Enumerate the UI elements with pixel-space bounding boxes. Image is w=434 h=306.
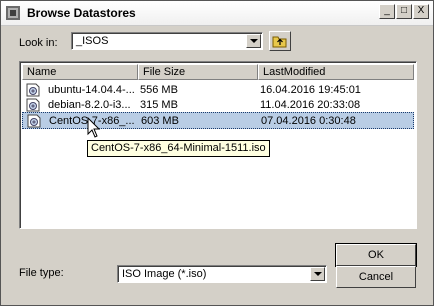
file-modified: 16.04.2016 19:45:01 xyxy=(260,84,361,96)
filename-tooltip: CentOS-7-x86_64-Minimal-1511.iso xyxy=(87,140,270,157)
title-bar[interactable]: Browse Datastores _ □ X xyxy=(1,1,433,26)
file-type-value: ISO Image (*.iso) xyxy=(122,268,207,280)
column-header-file-size[interactable]: File Size xyxy=(138,64,258,80)
chevron-down-icon[interactable] xyxy=(310,267,325,281)
file-modified: 11.04.2016 20:33:08 xyxy=(260,99,361,111)
file-size: 315 MB xyxy=(140,99,178,111)
maximize-icon: □ xyxy=(400,5,408,16)
file-size: 556 MB xyxy=(140,84,178,96)
file-type-dropdown[interactable]: ISO Image (*.iso) xyxy=(117,265,327,283)
ok-button[interactable]: OK xyxy=(335,243,417,267)
column-header-last-modified[interactable]: LastModified xyxy=(258,64,414,80)
maximize-button[interactable]: □ xyxy=(396,4,412,19)
mouse-cursor-icon xyxy=(87,117,101,138)
close-icon: X xyxy=(417,5,425,16)
app-icon xyxy=(6,6,20,20)
up-folder-button[interactable] xyxy=(269,31,291,51)
look-in-dropdown[interactable]: _ISOS xyxy=(71,32,263,50)
file-modified: 07.04.2016 0:30:48 xyxy=(261,115,356,127)
cancel-button[interactable]: Cancel xyxy=(336,266,416,288)
disc-image-icon xyxy=(27,114,41,128)
file-size: 603 MB xyxy=(141,115,179,127)
chevron-down-icon[interactable] xyxy=(246,34,261,48)
folder-up-icon xyxy=(272,36,287,48)
disc-image-icon xyxy=(26,98,40,112)
look-in-value: _ISOS xyxy=(76,35,109,47)
column-header-name[interactable]: Name xyxy=(22,64,138,80)
window-title: Browse Datastores xyxy=(27,6,136,20)
list-item-selected[interactable]: CentOS-7-x86_... 603 MB 07.04.2016 0:30:… xyxy=(22,112,414,129)
file-type-label: File type: xyxy=(19,267,64,279)
look-in-label: Look in: xyxy=(19,37,58,49)
close-button[interactable]: X xyxy=(413,4,429,19)
browse-datastores-dialog: Browse Datastores _ □ X Look in: _ISOS N… xyxy=(0,0,434,306)
disc-image-icon xyxy=(26,83,40,97)
file-name: debian-8.2.0-i3... xyxy=(48,99,131,111)
file-name: ubuntu-14.04.4-... xyxy=(48,84,135,96)
minimize-button[interactable]: _ xyxy=(379,4,395,19)
minimize-icon: _ xyxy=(384,5,390,16)
